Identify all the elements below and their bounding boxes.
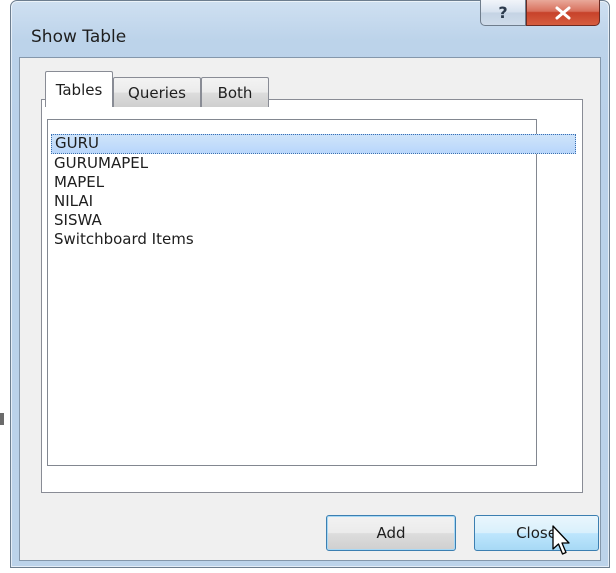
background-mark [0, 413, 4, 425]
show-table-dialog: Show Table ? Tables Queries Both GURU GU… [10, 0, 610, 568]
mouse-pointer-icon [552, 525, 570, 555]
tab-both[interactable]: Both [201, 77, 269, 107]
list-item-siswa[interactable]: SISWA [54, 211, 102, 231]
help-icon: ? [498, 3, 508, 22]
tab-queries[interactable]: Queries [113, 77, 201, 107]
tab-label: Both [217, 83, 253, 102]
dialog-client-area: Tables Queries Both GURU GURUMAPEL MAPEL… [19, 57, 601, 561]
list-item-guru[interactable]: GURU [51, 134, 576, 154]
add-button-label: Add [376, 524, 406, 542]
dialog-title: Show Table [31, 27, 127, 47]
help-button[interactable]: ? [480, 0, 526, 26]
close-button-label: Close [516, 524, 557, 542]
background-window-edge [0, 0, 10, 573]
tab-label: Tables [55, 80, 103, 99]
list-item-switchboard-items[interactable]: Switchboard Items [54, 230, 194, 250]
tab-tables[interactable]: Tables [45, 71, 113, 107]
table-listbox[interactable]: GURU GURUMAPEL MAPEL NILAI SISWA Switchb… [47, 119, 576, 466]
title-close-button[interactable] [526, 0, 600, 26]
list-item-gurumapel[interactable]: GURUMAPEL [54, 154, 148, 174]
close-x-icon [555, 6, 571, 19]
close-button[interactable]: Close [474, 515, 599, 551]
add-button[interactable]: Add [326, 515, 456, 551]
list-item-nilai[interactable]: NILAI [54, 192, 93, 212]
tab-label: Queries [128, 83, 186, 102]
list-item-mapel[interactable]: MAPEL [54, 173, 104, 193]
